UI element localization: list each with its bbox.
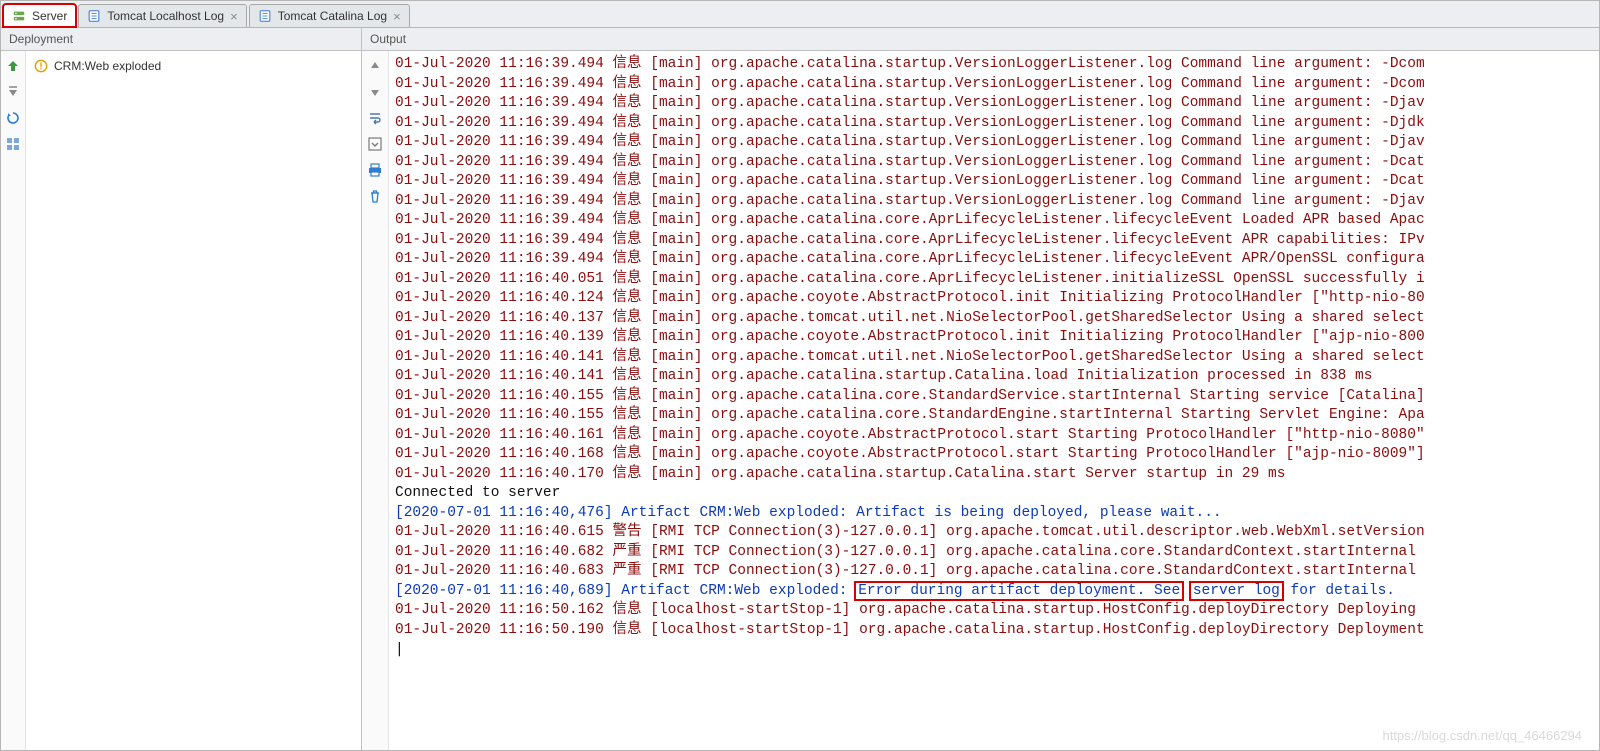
output-toolbar: [362, 51, 389, 750]
log-line: 01-Jul-2020 11:16:40.155 信息 [main] org.a…: [395, 406, 1597, 426]
log-line: 01-Jul-2020 11:16:40.615 警告 [RMI TCP Con…: [395, 523, 1597, 543]
content-area: Deployment CRM:Web exploded Output: [1, 28, 1599, 750]
log-line: 01-Jul-2020 11:16:40.168 信息 [main] org.a…: [395, 445, 1597, 465]
log-line: 01-Jul-2020 11:16:39.494 信息 [main] org.a…: [395, 114, 1597, 134]
clear-all-icon[interactable]: [366, 187, 384, 205]
log-line: 01-Jul-2020 11:16:39.494 信息 [main] org.a…: [395, 94, 1597, 114]
log-file-icon: [87, 9, 101, 23]
tab-label: Tomcat Localhost Log: [107, 9, 224, 23]
log-line: 01-Jul-2020 11:16:39.494 信息 [main] org.a…: [395, 172, 1597, 192]
log-line: Connected to server: [395, 484, 1597, 504]
log-line: 01-Jul-2020 11:16:40.682 严重 [RMI TCP Con…: [395, 543, 1597, 563]
log-line: 01-Jul-2020 11:16:39.494 信息 [main] org.a…: [395, 153, 1597, 173]
artifact-label: CRM:Web exploded: [54, 59, 161, 73]
log-line: 01-Jul-2020 11:16:40.155 信息 [main] org.a…: [395, 387, 1597, 407]
tab-server[interactable]: Server: [3, 4, 76, 27]
undeploy-icon[interactable]: [4, 83, 22, 101]
deployment-panel: Deployment CRM:Web exploded: [1, 28, 362, 750]
log-line: 01-Jul-2020 11:16:40.139 信息 [main] org.a…: [395, 328, 1597, 348]
log-line: 01-Jul-2020 11:16:39.494 信息 [main] org.a…: [395, 75, 1597, 95]
deployment-panel-title: Deployment: [1, 28, 361, 51]
log-line: 01-Jul-2020 11:16:50.190 信息 [localhost-s…: [395, 621, 1597, 641]
log-line: 01-Jul-2020 11:16:40.137 信息 [main] org.a…: [395, 309, 1597, 329]
deployment-toolbar: [1, 51, 26, 750]
tab-tomcat-catalina-log[interactable]: Tomcat Catalina Log ×: [249, 4, 410, 27]
refresh-icon[interactable]: [4, 109, 22, 127]
console-output[interactable]: 01-Jul-2020 11:16:39.494 信息 [main] org.a…: [389, 51, 1599, 750]
output-panel: Output 01-Jul-2020 11:16:39.494 信息 [main…: [362, 28, 1599, 750]
scroll-to-end-icon[interactable]: [366, 135, 384, 153]
log-line: 01-Jul-2020 11:16:39.494 信息 [main] org.a…: [395, 250, 1597, 270]
log-line: [2020-07-01 11:16:40,476] Artifact CRM:W…: [395, 504, 1597, 524]
artifacts-icon[interactable]: [4, 135, 22, 153]
log-line: 01-Jul-2020 11:16:50.162 信息 [localhost-s…: [395, 601, 1597, 621]
close-icon[interactable]: ×: [230, 10, 238, 23]
log-line: 01-Jul-2020 11:16:40.141 信息 [main] org.a…: [395, 367, 1597, 387]
scroll-down-icon[interactable]: [366, 83, 384, 101]
server-icon: [12, 9, 26, 23]
tab-label: Tomcat Catalina Log: [278, 9, 387, 23]
log-file-icon: [258, 9, 272, 23]
print-icon[interactable]: [366, 161, 384, 179]
close-icon[interactable]: ×: [393, 10, 401, 23]
log-line: 01-Jul-2020 11:16:39.494 信息 [main] org.a…: [395, 192, 1597, 212]
deployment-tree[interactable]: CRM:Web exploded: [26, 51, 361, 750]
log-line: 01-Jul-2020 11:16:39.494 信息 [main] org.a…: [395, 133, 1597, 153]
log-line: 01-Jul-2020 11:16:40.051 信息 [main] org.a…: [395, 270, 1597, 290]
log-line: 01-Jul-2020 11:16:39.494 信息 [main] org.a…: [395, 211, 1597, 231]
tab-label: Server: [32, 9, 67, 23]
soft-wrap-icon[interactable]: [366, 109, 384, 127]
ide-run-tool-window: ServerTomcat Localhost Log×Tomcat Catali…: [0, 0, 1600, 751]
error-highlight-1: Error during artifact deployment. See: [854, 581, 1184, 601]
tab-tomcat-localhost-log[interactable]: Tomcat Localhost Log ×: [78, 4, 246, 27]
error-highlight-2: server log: [1189, 581, 1284, 601]
log-line: 01-Jul-2020 11:16:40.170 信息 [main] org.a…: [395, 465, 1597, 485]
log-line: 01-Jul-2020 11:16:39.494 信息 [main] org.a…: [395, 231, 1597, 251]
artifact-row[interactable]: CRM:Web exploded: [30, 57, 357, 75]
caret-line: |: [395, 640, 1597, 660]
watermark: https://blog.csdn.net/qq_46466294: [1383, 728, 1583, 743]
log-line: 01-Jul-2020 11:16:40.124 信息 [main] org.a…: [395, 289, 1597, 309]
log-line: 01-Jul-2020 11:16:39.494 信息 [main] org.a…: [395, 55, 1597, 75]
warning-icon: [34, 59, 48, 73]
scroll-up-icon[interactable]: [366, 57, 384, 75]
tab-bar: ServerTomcat Localhost Log×Tomcat Catali…: [1, 1, 1599, 28]
output-panel-title: Output: [362, 28, 1599, 51]
log-line: 01-Jul-2020 11:16:40.683 严重 [RMI TCP Con…: [395, 562, 1597, 582]
log-line: 01-Jul-2020 11:16:40.141 信息 [main] org.a…: [395, 348, 1597, 368]
deploy-all-icon[interactable]: [4, 57, 22, 75]
log-line: 01-Jul-2020 11:16:40.161 信息 [main] org.a…: [395, 426, 1597, 446]
error-line: [2020-07-01 11:16:40,689] Artifact CRM:W…: [395, 582, 1597, 602]
